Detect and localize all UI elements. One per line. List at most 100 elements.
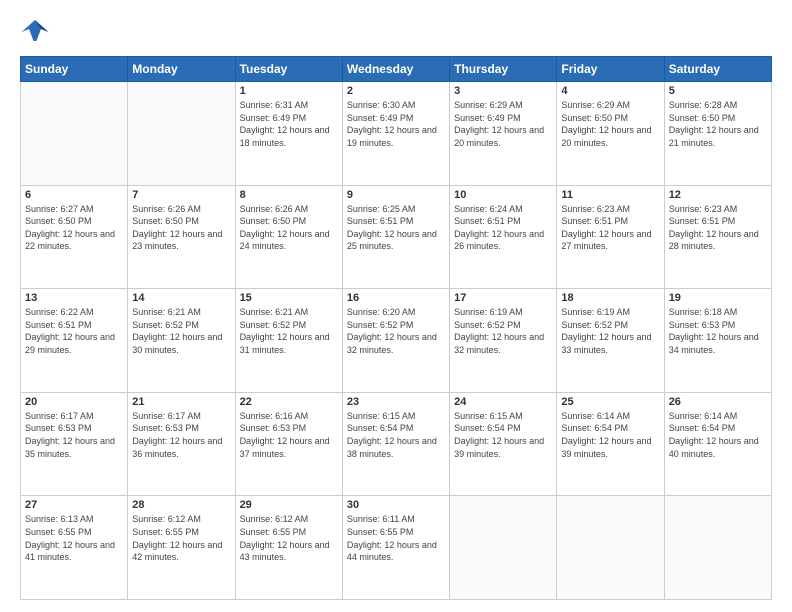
calendar-cell: 2Sunrise: 6:30 AMSunset: 6:49 PMDaylight… [342, 82, 449, 186]
day-number: 20 [25, 396, 123, 408]
calendar-week-2: 6 Sunrise: 6:27 AMSunset: 6:50 PMDaylight… [21, 185, 772, 289]
weekday-header-friday: Friday [557, 57, 664, 82]
calendar-cell: 10 Sunrise: 6:24 AMSunset: 6:51 PMDayligh… [450, 185, 557, 289]
day-info: Sunrise: 6:23 AMSunset: 6:51 PMDaylight:… [669, 203, 767, 253]
day-number: 7 [132, 189, 230, 201]
day-info: Sunrise: 6:12 AMSunset: 6:55 PMDaylight:… [240, 513, 338, 563]
calendar-week-5: 27 Sunrise: 6:13 AMSunset: 6:55 PMDayligh… [21, 496, 772, 600]
day-number: 23 [347, 396, 445, 408]
calendar-cell [450, 496, 557, 600]
day-info: Sunrise: 6:20 AMSunset: 6:52 PMDaylight:… [347, 306, 445, 356]
day-number: 19 [669, 292, 767, 304]
calendar-cell [128, 82, 235, 186]
day-number: 1 [240, 85, 338, 97]
calendar-cell: 30Sunrise: 6:11 AMSunset: 6:55 PMDayligh… [342, 496, 449, 600]
day-info: Sunrise: 6:29 AMSunset: 6:50 PMDaylight:… [561, 99, 659, 149]
calendar-cell: 20 Sunrise: 6:17 AMSunset: 6:53 PMDayligh… [21, 392, 128, 496]
day-info: Sunrise: 6:25 AMSunset: 6:51 PMDaylight:… [347, 203, 445, 253]
weekday-header-monday: Monday [128, 57, 235, 82]
day-number: 29 [240, 499, 338, 511]
day-number: 26 [669, 396, 767, 408]
day-info: Sunrise: 6:18 AMSunset: 6:53 PMDaylight:… [669, 306, 767, 356]
weekday-header-sunday: Sunday [21, 57, 128, 82]
day-info: Sunrise: 6:29 AMSunset: 6:49 PMDaylight:… [454, 99, 552, 149]
weekday-header-row: SundayMondayTuesdayWednesdayThursdayFrid… [21, 57, 772, 82]
page: SundayMondayTuesdayWednesdayThursdayFrid… [0, 0, 792, 612]
day-info: Sunrise: 6:14 AMSunset: 6:54 PMDaylight:… [561, 410, 659, 460]
day-info: Sunrise: 6:17 AMSunset: 6:53 PMDaylight:… [25, 410, 123, 460]
day-number: 9 [347, 189, 445, 201]
calendar-cell: 9 Sunrise: 6:25 AMSunset: 6:51 PMDaylight… [342, 185, 449, 289]
calendar-cell [664, 496, 771, 600]
calendar-cell: 17Sunrise: 6:19 AMSunset: 6:52 PMDayligh… [450, 289, 557, 393]
day-info: Sunrise: 6:16 AMSunset: 6:53 PMDaylight:… [240, 410, 338, 460]
calendar-table: SundayMondayTuesdayWednesdayThursdayFrid… [20, 56, 772, 600]
day-info: Sunrise: 6:13 AMSunset: 6:55 PMDaylight:… [25, 513, 123, 563]
calendar-cell [557, 496, 664, 600]
calendar-cell: 22 Sunrise: 6:16 AMSunset: 6:53 PMDayligh… [235, 392, 342, 496]
day-info: Sunrise: 6:22 AMSunset: 6:51 PMDaylight:… [25, 306, 123, 356]
day-number: 5 [669, 85, 767, 97]
day-number: 4 [561, 85, 659, 97]
calendar-cell: 26 Sunrise: 6:14 AMSunset: 6:54 PMDayligh… [664, 392, 771, 496]
day-info: Sunrise: 6:26 AMSunset: 6:50 PMDaylight:… [240, 203, 338, 253]
day-info: Sunrise: 6:21 AMSunset: 6:52 PMDaylight:… [240, 306, 338, 356]
calendar-cell: 8 Sunrise: 6:26 AMSunset: 6:50 PMDaylight… [235, 185, 342, 289]
calendar-cell: 14Sunrise: 6:21 AMSunset: 6:52 PMDayligh… [128, 289, 235, 393]
calendar-cell: 29 Sunrise: 6:12 AMSunset: 6:55 PMDayligh… [235, 496, 342, 600]
calendar-cell: 12 Sunrise: 6:23 AMSunset: 6:51 PMDayligh… [664, 185, 771, 289]
day-info: Sunrise: 6:28 AMSunset: 6:50 PMDaylight:… [669, 99, 767, 149]
calendar-cell: 6 Sunrise: 6:27 AMSunset: 6:50 PMDaylight… [21, 185, 128, 289]
calendar-cell: 7 Sunrise: 6:26 AMSunset: 6:50 PMDaylight… [128, 185, 235, 289]
day-number: 13 [25, 292, 123, 304]
day-info: Sunrise: 6:14 AMSunset: 6:54 PMDaylight:… [669, 410, 767, 460]
day-number: 6 [25, 189, 123, 201]
day-number: 2 [347, 85, 445, 97]
day-number: 17 [454, 292, 552, 304]
logo [20, 18, 54, 46]
day-number: 24 [454, 396, 552, 408]
day-number: 14 [132, 292, 230, 304]
calendar-week-1: 1 Sunrise: 6:31 AMSunset: 6:49 PMDaylight… [21, 82, 772, 186]
day-number: 16 [347, 292, 445, 304]
calendar-week-3: 13 Sunrise: 6:22 AMSunset: 6:51 PMDayligh… [21, 289, 772, 393]
day-info: Sunrise: 6:15 AMSunset: 6:54 PMDaylight:… [347, 410, 445, 460]
header [20, 18, 772, 46]
day-number: 8 [240, 189, 338, 201]
day-info: Sunrise: 6:26 AMSunset: 6:50 PMDaylight:… [132, 203, 230, 253]
calendar-cell: 11 Sunrise: 6:23 AMSunset: 6:51 PMDayligh… [557, 185, 664, 289]
day-info: Sunrise: 6:15 AMSunset: 6:54 PMDaylight:… [454, 410, 552, 460]
day-number: 21 [132, 396, 230, 408]
day-info: Sunrise: 6:12 AMSunset: 6:55 PMDaylight:… [132, 513, 230, 563]
weekday-header-saturday: Saturday [664, 57, 771, 82]
calendar-cell: 23 Sunrise: 6:15 AMSunset: 6:54 PMDayligh… [342, 392, 449, 496]
calendar-cell: 5 Sunrise: 6:28 AMSunset: 6:50 PMDaylight… [664, 82, 771, 186]
day-info: Sunrise: 6:31 AMSunset: 6:49 PMDaylight:… [240, 99, 338, 149]
calendar-cell: 21Sunrise: 6:17 AMSunset: 6:53 PMDayligh… [128, 392, 235, 496]
day-number: 25 [561, 396, 659, 408]
calendar-cell: 25 Sunrise: 6:14 AMSunset: 6:54 PMDayligh… [557, 392, 664, 496]
day-info: Sunrise: 6:27 AMSunset: 6:50 PMDaylight:… [25, 203, 123, 253]
weekday-header-wednesday: Wednesday [342, 57, 449, 82]
weekday-header-tuesday: Tuesday [235, 57, 342, 82]
calendar-cell: 13 Sunrise: 6:22 AMSunset: 6:51 PMDayligh… [21, 289, 128, 393]
calendar-cell: 3 Sunrise: 6:29 AMSunset: 6:49 PMDaylight… [450, 82, 557, 186]
day-info: Sunrise: 6:24 AMSunset: 6:51 PMDaylight:… [454, 203, 552, 253]
calendar-cell: 24 Sunrise: 6:15 AMSunset: 6:54 PMDayligh… [450, 392, 557, 496]
day-number: 12 [669, 189, 767, 201]
calendar-cell: 1 Sunrise: 6:31 AMSunset: 6:49 PMDaylight… [235, 82, 342, 186]
day-info: Sunrise: 6:23 AMSunset: 6:51 PMDaylight:… [561, 203, 659, 253]
day-number: 3 [454, 85, 552, 97]
day-number: 22 [240, 396, 338, 408]
calendar-cell: 16 Sunrise: 6:20 AMSunset: 6:52 PMDayligh… [342, 289, 449, 393]
calendar-cell [21, 82, 128, 186]
weekday-header-thursday: Thursday [450, 57, 557, 82]
calendar-week-4: 20 Sunrise: 6:17 AMSunset: 6:53 PMDayligh… [21, 392, 772, 496]
day-number: 11 [561, 189, 659, 201]
day-number: 10 [454, 189, 552, 201]
day-number: 27 [25, 499, 123, 511]
logo-bird-icon [20, 18, 50, 46]
calendar-cell: 27 Sunrise: 6:13 AMSunset: 6:55 PMDayligh… [21, 496, 128, 600]
calendar-cell: 18Sunrise: 6:19 AMSunset: 6:52 PMDayligh… [557, 289, 664, 393]
day-number: 28 [132, 499, 230, 511]
